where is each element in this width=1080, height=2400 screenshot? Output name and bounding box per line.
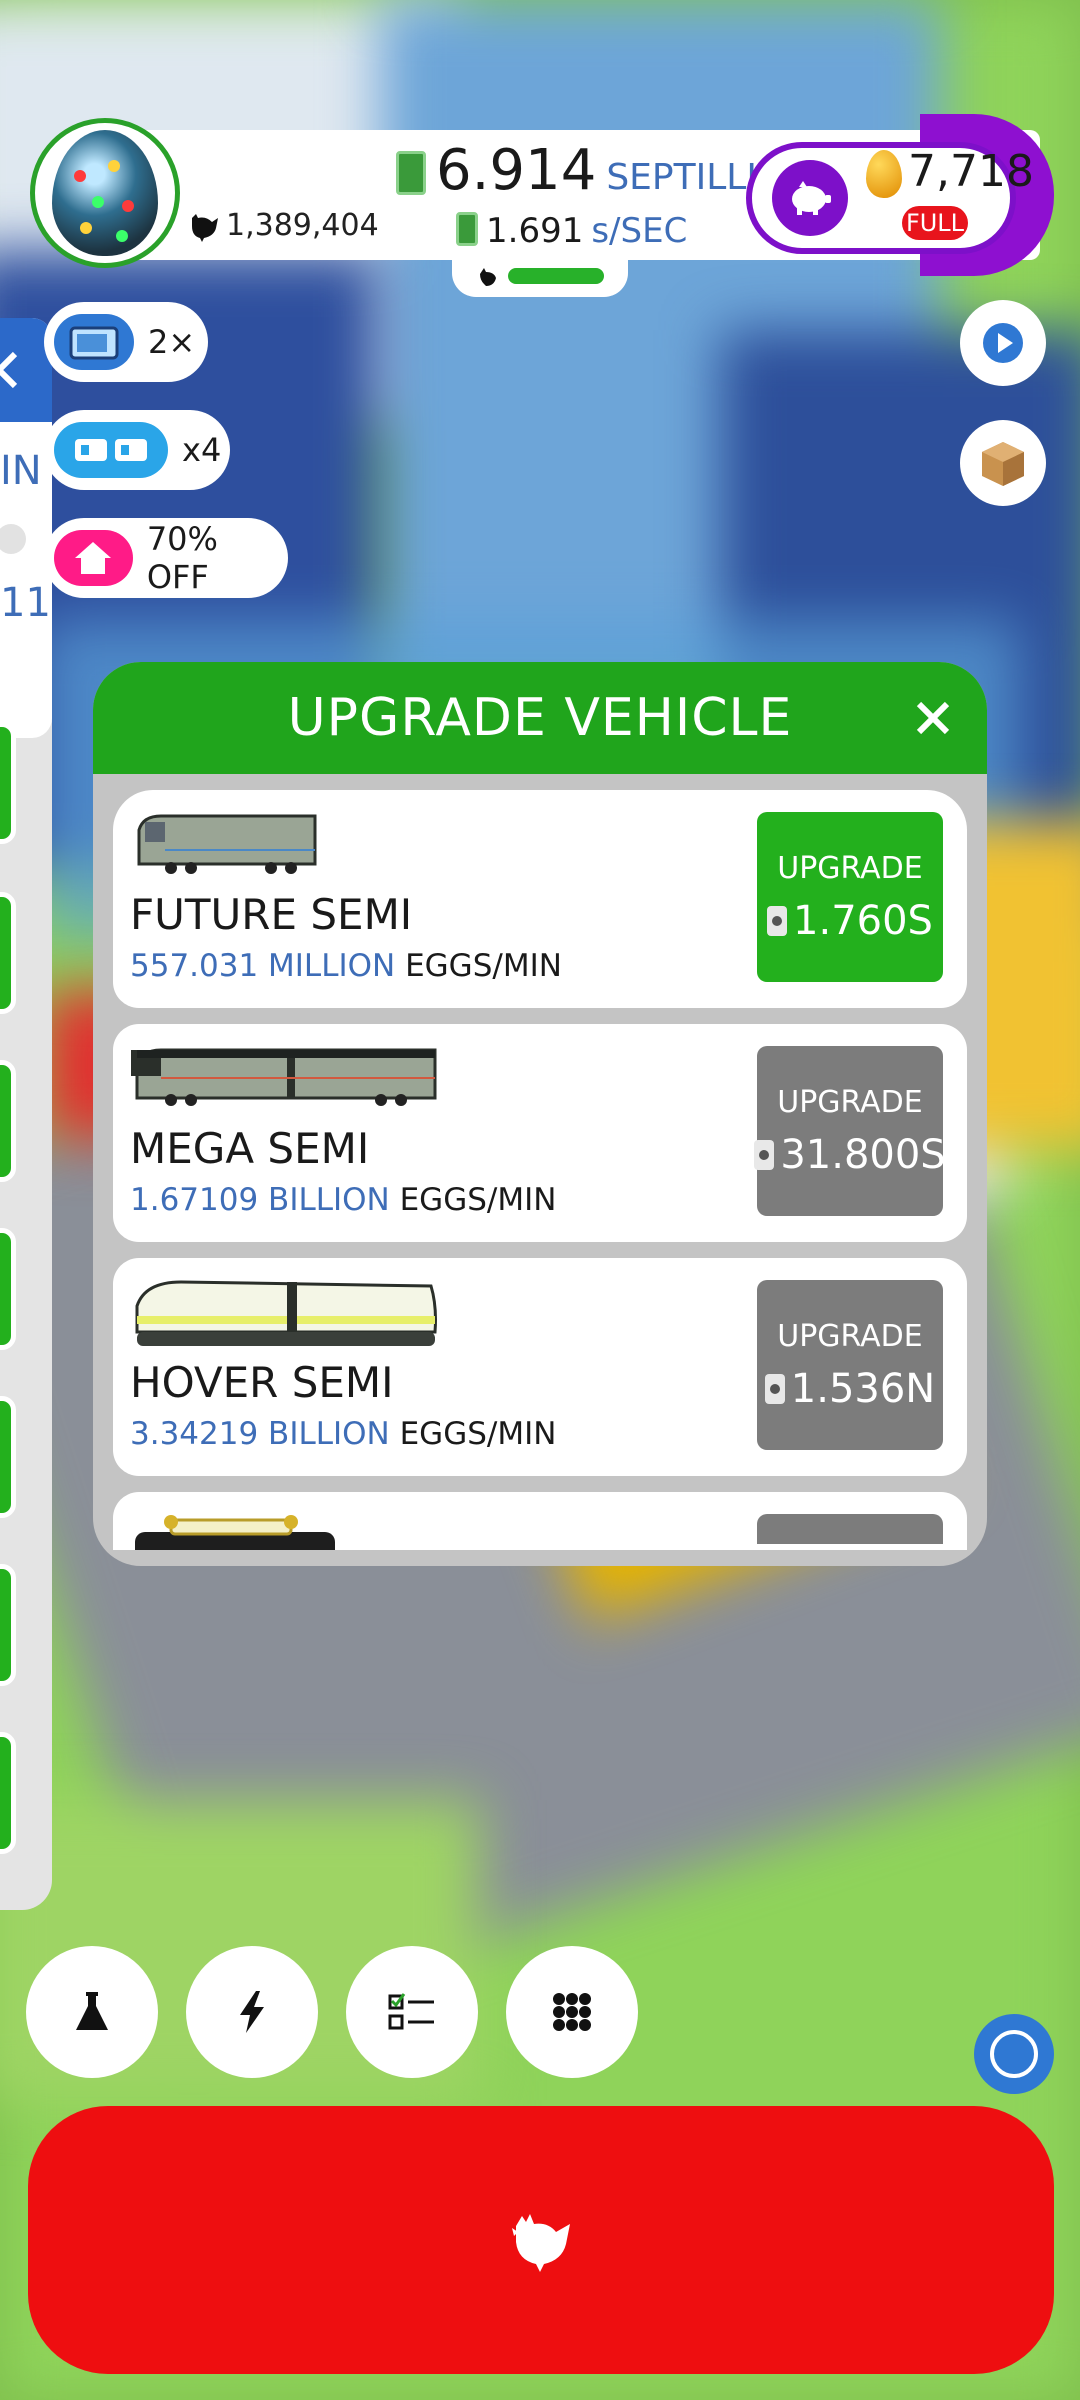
upgrade-button-future-semi[interactable]: UPGRADE 1.760S [757,812,943,982]
upgrade-price: 1.536N [764,1365,936,1412]
chicken-icon [192,213,218,242]
vehicle-rate: 1.67109 BILLION EGGS/MIN [130,1182,556,1218]
mega-semi-icon [131,1048,437,1106]
upgrade-price: 31.800S [754,1131,946,1178]
vehicle-rate-value: 3.34219 BILLION [130,1416,390,1452]
side-tab-dot [0,524,26,554]
modal-header: UPGRADE VEHICLE [93,662,987,774]
play-icon [983,323,1023,363]
vehicle-rate-unit: EGGS/MIN [405,948,562,984]
play-video-button[interactable] [960,300,1046,386]
hover-semi-icon [135,1280,437,1346]
cash-icon [767,905,788,936]
money-value: 6.914 [436,138,597,203]
boost-pill-tv[interactable]: 2× [44,302,208,382]
upgrade-vehicle-modal: UPGRADE VEHICLE FUTURE SEMI 557.031 MILL… [93,662,987,1566]
side-button-5[interactable] [0,1396,16,1518]
chicken-count-value: 1,389,404 [226,208,379,243]
vehicle-name: FUTURE SEMI [130,890,413,939]
progress-tab[interactable] [452,255,628,297]
vehicle-card-mega-semi: MEGA SEMI 1.67109 BILLION EGGS/MIN UPGRA… [113,1024,967,1242]
checklist-icon [388,1993,434,2030]
crate-button[interactable] [960,420,1046,506]
circle-icon [990,2030,1038,2078]
cash-icon [396,151,426,195]
rate-value: 1.691 [486,211,584,251]
vehicle-rate-unit: EGGS/MIN [399,1416,557,1452]
upgrade-label: UPGRADE [777,1084,923,1120]
piggy-bank-icon [792,181,831,215]
cash-icon [764,1373,785,1404]
vehicle-card-hover-semi: HOVER SEMI 3.34219 BILLION EGGS/MIN UPGR… [113,1258,967,1476]
side-tab-text-bottom: 11 [0,580,51,626]
grid-icon [553,1993,591,2031]
vehicle-rate-value: 557.031 MILLION [130,948,396,984]
boost-label-discount: 70% OFF [146,520,218,596]
side-button-2[interactable] [0,892,16,1014]
earning-rate: 1.691 s/SEC [456,208,687,251]
side-button-7[interactable] [0,1732,16,1854]
modal-title: UPGRADE VEHICLE [287,688,793,748]
full-badge: FULL [902,206,968,240]
side-tab-text-top: IN [0,448,42,494]
menu-button[interactable] [506,1946,638,2078]
chicken-count: 1,389,404 [186,208,379,243]
cash-icon [456,212,478,246]
camera-mode-button[interactable] [974,2014,1054,2094]
close-button[interactable] [905,690,961,746]
crate-icon [982,442,1024,486]
vehicle-rate: 557.031 MILLION EGGS/MIN [130,948,562,984]
side-button-3[interactable] [0,1060,16,1182]
egg-icon [52,130,158,256]
rate-unit: s/SEC [591,211,688,251]
upgrade-button-hover-semi[interactable]: UPGRADE 1.536N [757,1280,943,1450]
vehicle-list[interactable]: FUTURE SEMI 557.031 MILLION EGGS/MIN UPG… [113,790,967,1550]
vehicle-name: MEGA SEMI [130,1124,370,1173]
side-button-6[interactable] [0,1564,16,1686]
upgrade-price-value: 31.800S [780,1131,946,1178]
upgrade-label: UPGRADE [777,850,923,886]
research-button[interactable] [26,1946,158,2078]
tv-icon [54,314,134,370]
boost-pill-multiplier[interactable]: x4 [44,410,230,490]
vehicle-rate-value: 1.67109 BILLION [130,1182,390,1218]
vehicle-name: HOVER SEMI [130,1358,394,1407]
lightning-icon [240,1991,264,2033]
upgrade-button-next[interactable] [757,1514,943,1544]
upgrade-price-value: 1.760S [793,897,933,944]
vehicle-rate: 3.34219 BILLION EGGS/MIN [130,1416,556,1452]
piggy-bank-button[interactable] [772,160,848,236]
chicken-icon [512,2214,570,2272]
chevron-left-icon [0,351,18,389]
side-button-4[interactable] [0,1228,16,1350]
boost-label-tv: 2× [148,323,196,361]
progress-bar [508,268,604,284]
golden-egg-count: 7,718 [908,146,1034,197]
upgrade-price-value: 1.536N [790,1365,936,1412]
cash-icon [754,1139,775,1170]
upgrade-price: 1.760S [767,898,933,944]
boost-label-multiplier: x4 [182,431,222,469]
flask-icon [76,1992,108,2030]
house-icon [54,530,133,586]
close-icon [916,701,950,735]
boosts-button[interactable] [186,1946,318,2078]
future-semi-icon [137,814,317,874]
vehicle-card-next [113,1492,967,1550]
vehicle-rate-unit: EGGS/MIN [399,1182,557,1218]
hatch-chicken-button[interactable] [28,2106,1054,2374]
avatar[interactable] [30,118,180,268]
missions-button[interactable] [346,1946,478,2078]
boost-pill-discount[interactable]: 70% OFF [44,518,288,598]
chicken-runner-icon [480,268,496,286]
upgrade-label: UPGRADE [777,1318,923,1354]
upgrade-button-mega-semi[interactable]: UPGRADE 31.800S [754,1046,946,1216]
boost-icon [54,422,168,478]
side-button-1[interactable] [0,722,16,844]
next-vehicle-icon [135,1515,335,1550]
vehicle-card-future-semi: FUTURE SEMI 557.031 MILLION EGGS/MIN UPG… [113,790,967,1008]
